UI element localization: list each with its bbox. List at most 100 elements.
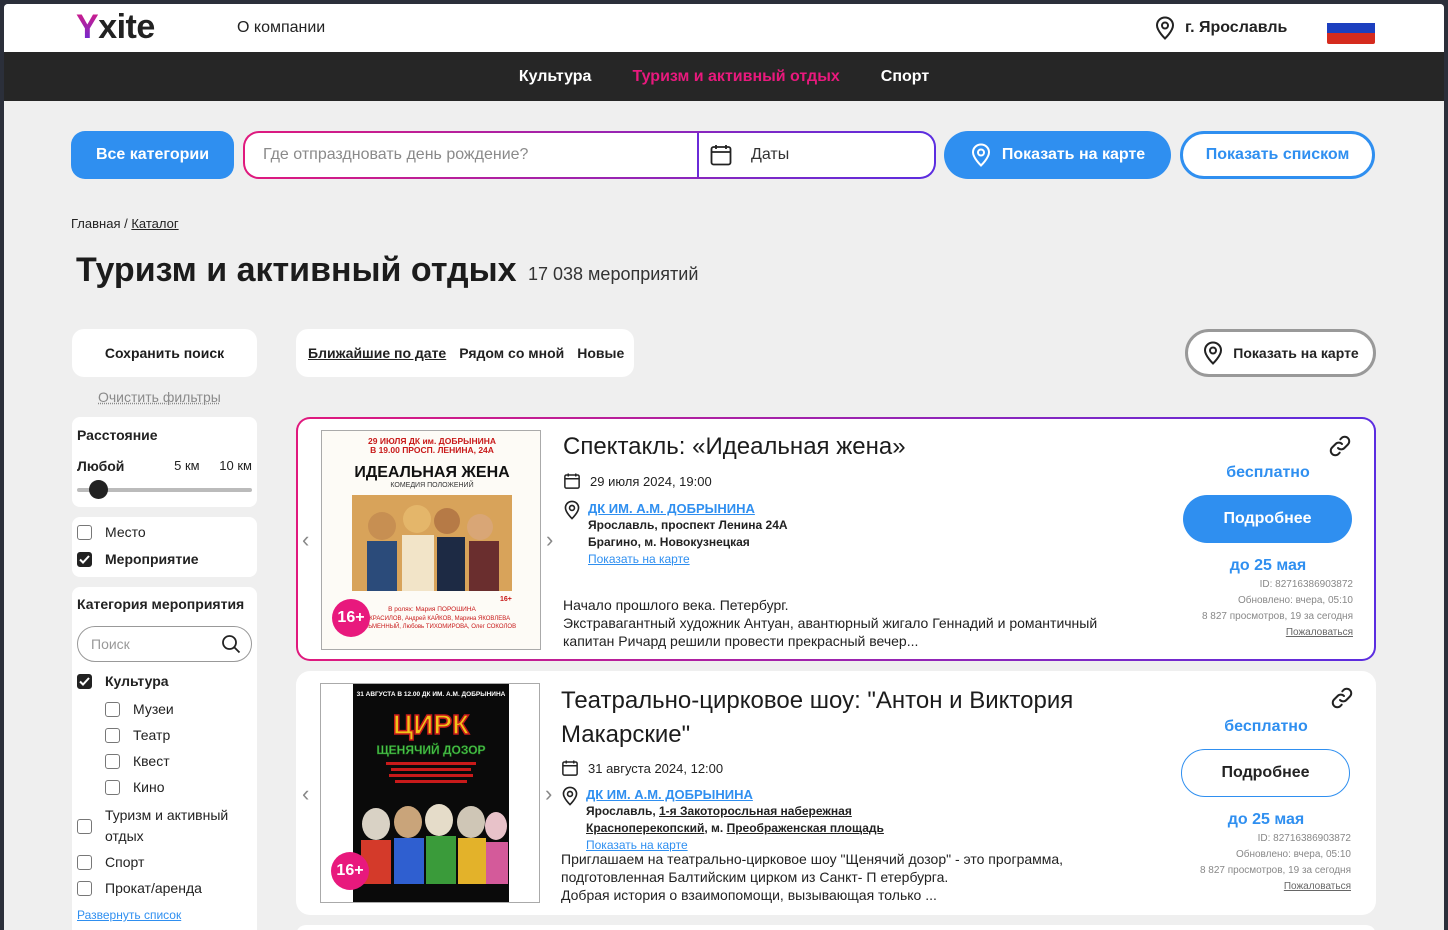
category-rental-label: Прокат/аренда xyxy=(105,880,202,896)
chevron-right-icon[interactable]: › xyxy=(546,527,553,553)
category-rental[interactable]: Прокат/аренда xyxy=(77,880,252,896)
app-window: Yxite О компании г. Ярославль Культура Т… xyxy=(4,4,1444,930)
nav-item-tourism[interactable]: Туризм и активный отдых xyxy=(632,68,839,86)
sort-by-date[interactable]: Ближайшие по дате xyxy=(308,345,446,361)
type-event-label: Мероприятие xyxy=(105,551,199,567)
link-icon[interactable] xyxy=(1328,434,1352,458)
poster-text: 16+ xyxy=(500,596,512,603)
all-categories-button[interactable]: Все категории xyxy=(71,131,234,179)
event-location: ДК ИМ. А.М. ДОБРЫНИНА Ярославль, 1-я Зак… xyxy=(586,786,884,854)
sort-nearby[interactable]: Рядом со мной xyxy=(459,345,564,361)
distance-any[interactable]: Любой xyxy=(77,458,124,474)
event-date-text: 29 июля 2024, 19:00 xyxy=(590,473,712,489)
distance-5km[interactable]: 5 км xyxy=(174,458,199,474)
until-date: до 25 мая xyxy=(1229,557,1307,574)
about-link[interactable]: О компании xyxy=(237,19,325,37)
price-label: бесплатно xyxy=(1226,464,1310,481)
event-updated: Обновлено: вчера, 05:10 xyxy=(1237,595,1353,606)
event-location: ДК ИМ. А.М. ДОБРЫНИНА Ярославль, проспек… xyxy=(588,500,788,568)
show-on-map-link[interactable]: Показать на карте xyxy=(588,551,788,568)
search-input[interactable]: Где отпраздновать день рождение? xyxy=(245,133,699,177)
breadcrumb-home[interactable]: Главная xyxy=(71,216,120,231)
event-card[interactable]: ‹ 31 АВГУСТА В 12.00 ДК ИМ. А.М. ДОБРЫНИ… xyxy=(296,671,1376,915)
calendar-icon xyxy=(710,145,732,166)
category-title: Категория мероприятия xyxy=(77,596,245,612)
checkbox-quest[interactable] xyxy=(105,753,120,769)
report-link[interactable]: Пожаловаться xyxy=(1181,879,1351,895)
event-actions: бесплатно Подробнее до 25 мая ID: 827163… xyxy=(1181,718,1351,895)
calendar-icon xyxy=(564,473,580,489)
logo[interactable]: Yxite xyxy=(76,8,155,47)
search-icon[interactable] xyxy=(221,634,241,654)
calendar-icon xyxy=(562,760,578,776)
city-selector[interactable]: г. Ярославль xyxy=(1154,16,1287,40)
poster-text: ЩЕНЯЧИЙ ДОЗОР xyxy=(376,742,485,757)
category-search-input[interactable]: Поиск xyxy=(77,626,252,662)
russia-flag-icon[interactable] xyxy=(1327,12,1375,44)
checkbox-rental[interactable] xyxy=(77,880,92,896)
event-date: 31 августа 2024, 12:00 xyxy=(561,759,723,777)
nav-item-culture[interactable]: Культура xyxy=(519,68,592,86)
event-poster[interactable]: 29 ИЮЛЯ ДК им. ДОБРЫНИНА В 19.00 ПРОСП. … xyxy=(321,430,541,650)
event-views: 8 827 просмотров, 19 за сегодня xyxy=(1201,611,1353,622)
location-pin-icon xyxy=(971,143,990,167)
checkbox-museums[interactable] xyxy=(105,701,120,717)
category-museums[interactable]: Музеи xyxy=(77,701,252,717)
venue-link[interactable]: ДК ИМ. А.М. ДОБРЫНИНА xyxy=(588,500,788,517)
category-quest[interactable]: Квест xyxy=(77,753,252,769)
checkbox-event[interactable] xyxy=(77,551,92,567)
dates-picker[interactable]: Даты xyxy=(699,143,789,167)
location-pin-icon xyxy=(1204,341,1223,365)
sort-new[interactable]: Новые xyxy=(577,345,624,361)
show-map-button-secondary[interactable]: Показать на карте xyxy=(1185,329,1376,377)
district-link[interactable]: Красноперекопский xyxy=(586,821,704,835)
distance-10km[interactable]: 10 км xyxy=(219,458,252,474)
checkbox-place[interactable] xyxy=(77,524,92,540)
details-button[interactable]: Подробнее xyxy=(1181,749,1350,797)
type-option-place[interactable]: Место xyxy=(77,524,252,540)
next-event-card xyxy=(296,925,1376,930)
venue-link[interactable]: ДК ИМ. А.М. ДОБРЫНИНА xyxy=(586,786,884,803)
metro-link[interactable]: Преображенская площадь xyxy=(727,821,884,835)
chevron-left-icon[interactable]: ‹ xyxy=(302,527,309,553)
checkbox-theatre[interactable] xyxy=(105,727,120,743)
event-title[interactable]: Спектакль: «Идеальная жена» xyxy=(563,430,1133,464)
clear-filters-link[interactable]: Очистить фильтры xyxy=(98,389,221,405)
location-pin-icon xyxy=(562,786,578,806)
save-search-button[interactable]: Сохранить поиск xyxy=(72,329,257,377)
distance-slider[interactable] xyxy=(77,480,252,499)
category-museums-label: Музеи xyxy=(133,701,174,717)
event-description: Приглашаем на театрально-цирковое шоу "Щ… xyxy=(561,850,1141,904)
breadcrumb-catalog[interactable]: Каталог xyxy=(131,216,178,231)
category-cinema[interactable]: Кино xyxy=(77,779,252,795)
category-sport[interactable]: Спорт xyxy=(77,854,252,870)
category-culture[interactable]: Культура xyxy=(77,673,252,689)
event-poster[interactable]: 31 АВГУСТА В 12.00 ДК ИМ. А.М. ДОБРЫНИНА… xyxy=(320,683,540,903)
expand-list-link[interactable]: Развернуть список xyxy=(77,908,252,922)
event-title[interactable]: Театрально-цирковое шоу: "Антон и Виктор… xyxy=(561,684,1131,752)
details-button[interactable]: Подробнее xyxy=(1183,495,1352,543)
category-nav: Культура Туризм и активный отдых Спорт xyxy=(4,52,1444,101)
event-card[interactable]: ‹ 29 ИЮЛЯ ДК им. ДОБРЫНИНА В 19.00 ПРОСП… xyxy=(296,417,1376,661)
category-tourism[interactable]: Туризм и активный отдых xyxy=(77,805,252,847)
show-map-button[interactable]: Показать на карте xyxy=(944,131,1171,179)
type-option-event[interactable]: Мероприятие xyxy=(77,551,252,567)
report-link[interactable]: Пожаловаться xyxy=(1183,625,1353,641)
category-sport-label: Спорт xyxy=(105,854,145,870)
link-icon[interactable] xyxy=(1330,686,1354,710)
address-link[interactable]: 1-я Закоторосльная набережная xyxy=(659,804,852,818)
category-theatre[interactable]: Театр xyxy=(77,727,252,743)
checkbox-tourism[interactable] xyxy=(77,818,92,834)
chevron-right-icon[interactable]: › xyxy=(545,781,552,807)
description-line: Экстравагантный художник Антуан, авантюр… xyxy=(563,615,1098,631)
description-line: Приглашаем на театрально-цирковое шоу "Щ… xyxy=(561,851,1064,867)
checkbox-cinema[interactable] xyxy=(105,779,120,795)
event-meta: ID: 82716386903872 Обновлено: вчера, 05:… xyxy=(1183,577,1353,641)
chevron-left-icon[interactable]: ‹ xyxy=(302,781,309,807)
event-description: Начало прошлого века. Петербург. Экстрав… xyxy=(563,596,1143,650)
slider-handle[interactable] xyxy=(89,480,108,499)
nav-item-sport[interactable]: Спорт xyxy=(881,68,929,86)
checkbox-sport[interactable] xyxy=(77,854,92,870)
checkbox-culture[interactable] xyxy=(77,673,92,689)
show-list-button[interactable]: Показать списком xyxy=(1180,131,1375,179)
